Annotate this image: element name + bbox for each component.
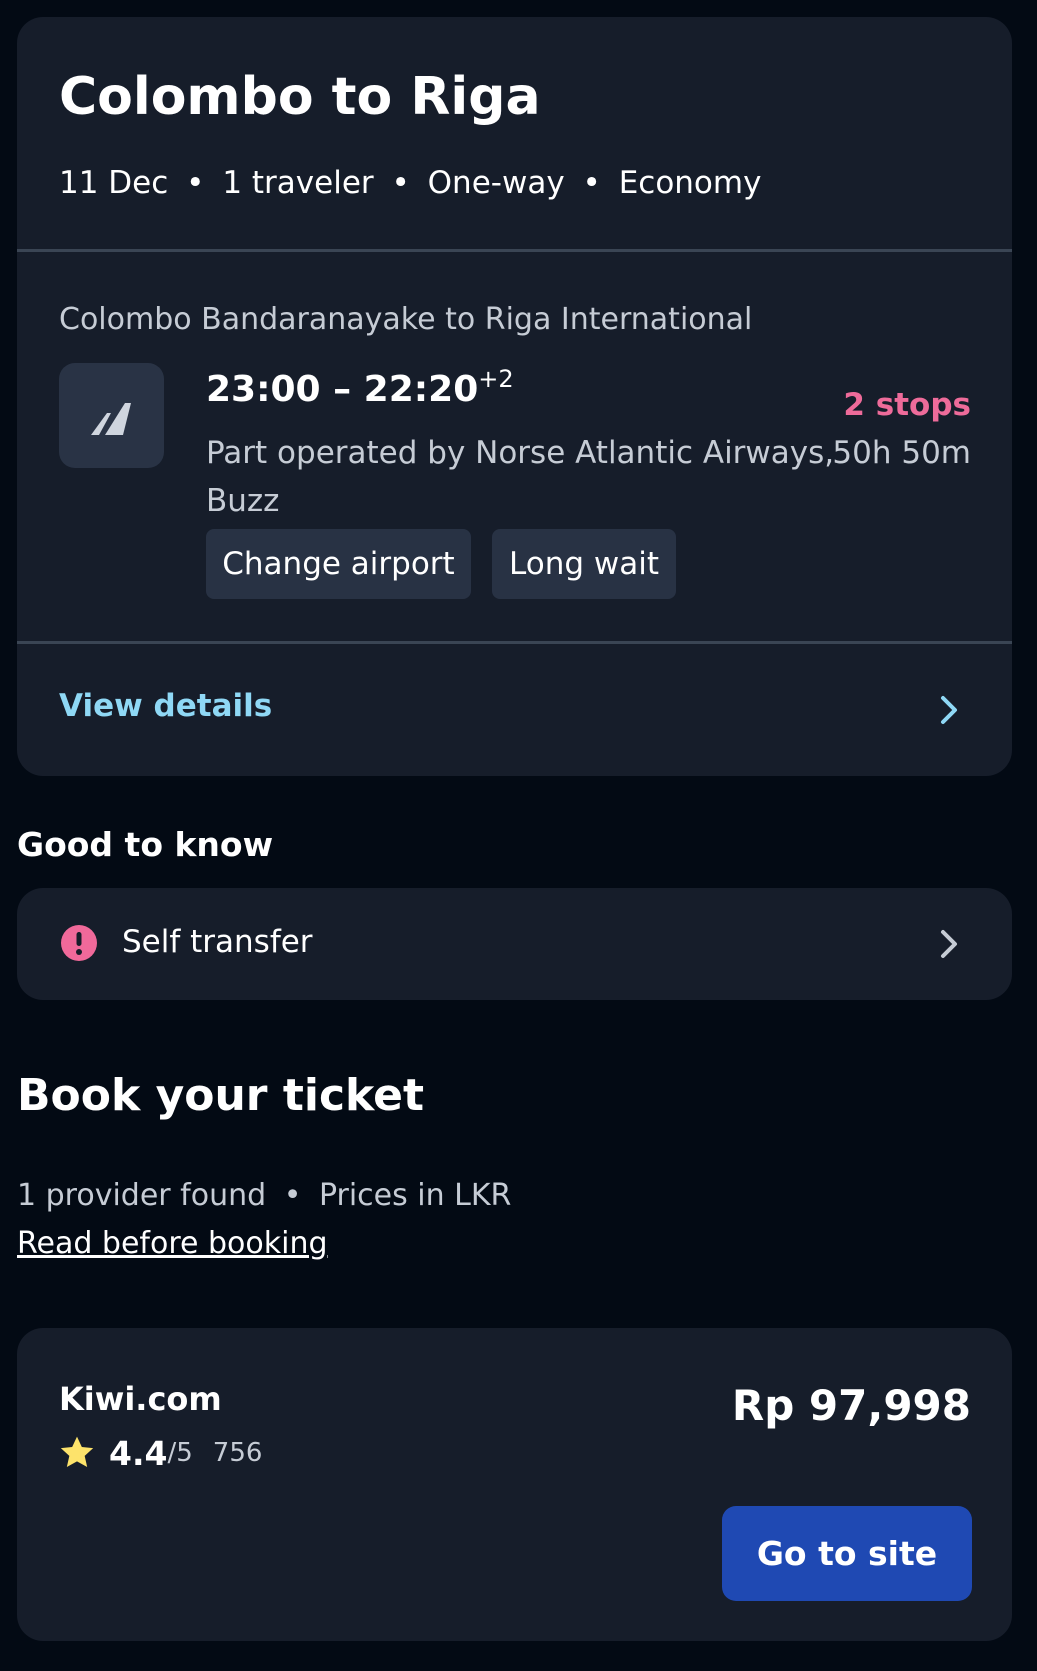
flight-time-range: 23:00 – 22:20 (206, 369, 479, 410)
trip-date: 11 Dec (59, 165, 169, 201)
tag-change-airport: Change airport (206, 529, 471, 599)
rating-value: 4.4 (109, 1433, 168, 1473)
separator: • (391, 165, 410, 201)
trip-summary: 11 Dec • 1 traveler • One-way • Economy (59, 165, 761, 201)
flight-route: Colombo Bandaranayake to Riga Internatio… (59, 302, 753, 337)
tag-long-wait: Long wait (492, 529, 676, 599)
chevron-right-icon (941, 930, 957, 958)
flight-times: 23:00 – 22:20+2 (206, 365, 514, 410)
page-title: Colombo to Riga (59, 67, 541, 127)
self-transfer-label: Self transfer (122, 924, 313, 960)
airline-logo (59, 363, 164, 468)
price: Rp 97,998 (731, 1381, 971, 1430)
provider-name: Kiwi.com (59, 1380, 222, 1418)
view-details-row[interactable]: View details (17, 644, 1012, 776)
self-transfer-row[interactable]: Self transfer (17, 888, 1012, 1000)
separator: • (283, 1178, 302, 1213)
divider (17, 249, 1012, 252)
good-to-know-heading: Good to know (17, 825, 274, 864)
day-offset: +2 (478, 365, 514, 393)
provider-rating: 4.4 /5 756 (57, 1432, 262, 1474)
chevron-right-icon (941, 696, 957, 724)
separator: • (582, 165, 601, 201)
stops-label: 2 stops (843, 387, 971, 423)
go-to-site-button[interactable]: Go to site (722, 1506, 972, 1601)
airline-logo-icon (91, 403, 131, 435)
view-details-link[interactable]: View details (59, 688, 272, 724)
star-icon (60, 1436, 94, 1467)
trip-card: Colombo to Riga 11 Dec • 1 traveler • On… (17, 17, 1012, 776)
provider-card: Kiwi.com 4.4 /5 756 Rp 97,998 Go to site (17, 1328, 1012, 1641)
trip-type: One-way (427, 165, 565, 201)
trip-travelers: 1 traveler (222, 165, 374, 201)
read-before-booking-link[interactable]: Read before booking (17, 1226, 328, 1261)
operated-by-line1: Part operated by Norse Atlantic Airways, (206, 435, 835, 471)
prices-currency: Prices in LKR (318, 1178, 512, 1213)
book-ticket-heading: Book your ticket (17, 1070, 424, 1121)
review-count: 756 (212, 1438, 263, 1468)
booking-meta: 1 provider found • Prices in LKR (17, 1178, 511, 1213)
separator: • (186, 165, 205, 201)
providers-found: 1 provider found (17, 1178, 267, 1213)
duration-label: 50h 50m (832, 435, 971, 471)
rating-scale: /5 (167, 1438, 193, 1468)
alert-icon (61, 925, 97, 961)
trip-cabin: Economy (618, 165, 762, 201)
operated-by-line2: Buzz (206, 483, 280, 519)
